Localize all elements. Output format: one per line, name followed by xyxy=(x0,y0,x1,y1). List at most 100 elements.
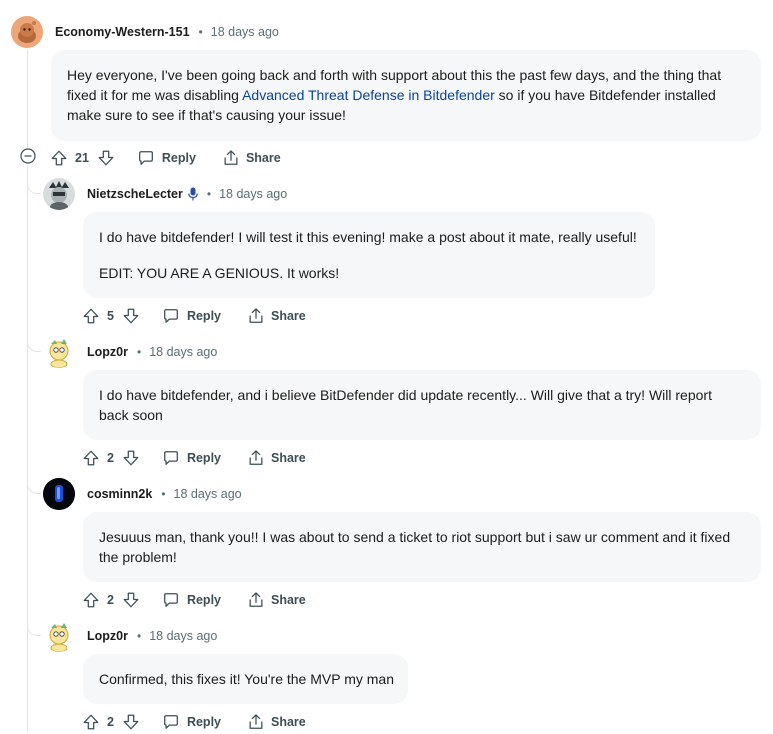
reply-button[interactable]: Reply xyxy=(162,591,221,609)
vote-count: 2 xyxy=(107,593,114,607)
comment-text-line: EDIT: YOU ARE A GENIOUS. It works! xyxy=(99,265,340,281)
downvote-button[interactable] xyxy=(97,149,115,167)
branch-line xyxy=(27,622,41,636)
avatar-snoo-icon xyxy=(43,478,75,510)
avatar[interactable] xyxy=(11,16,43,48)
comment-author[interactable]: Lopz0r xyxy=(87,345,128,359)
avatar[interactable] xyxy=(43,336,75,368)
upvote-button[interactable] xyxy=(82,713,100,731)
reply-icon xyxy=(164,593,178,607)
reply-icon xyxy=(164,715,178,729)
comment-text-line: Jesuuus man, thank you!! I was about to … xyxy=(99,529,731,545)
share-button[interactable]: Share xyxy=(247,307,306,325)
downvote-button[interactable] xyxy=(122,591,140,609)
branch-line xyxy=(27,338,41,352)
comment-author[interactable]: NietzscheLecter xyxy=(87,187,183,201)
reply-button[interactable]: Reply xyxy=(162,713,221,731)
collapse-icon xyxy=(20,148,36,164)
avatar-snoo-icon xyxy=(43,178,75,210)
comment-author[interactable]: Lopz0r xyxy=(87,629,128,643)
comment-timestamp[interactable]: 18 days ago xyxy=(149,345,217,359)
comment-body: I do have bitdefender! I will test it th… xyxy=(83,212,655,298)
comment-body: Confirmed, this fixes it! You're the MVP… xyxy=(83,654,408,704)
comment-body: I do have bitdefender, and i believe Bit… xyxy=(83,370,761,440)
upvote-icon xyxy=(83,308,99,324)
comment-text-line: the problem! xyxy=(99,549,177,565)
avatar-snoo-icon xyxy=(43,620,75,652)
avatar[interactable] xyxy=(43,478,75,510)
share-icon xyxy=(249,450,263,465)
comment-body: Jesuuus man, thank you!! I was about to … xyxy=(83,512,761,582)
comment-text-line: Confirmed, this fixes it! You're the MVP… xyxy=(99,671,394,687)
downvote-icon xyxy=(123,308,139,324)
upvote-icon xyxy=(83,592,99,608)
reply-button[interactable]: Reply xyxy=(137,149,196,167)
share-label: Share xyxy=(271,451,306,465)
vote-count: 21 xyxy=(75,151,89,165)
downvote-icon xyxy=(123,714,139,730)
comment-link[interactable]: Advanced Threat Defense in Bitdefender xyxy=(242,87,495,103)
comment-text-line: I do have bitdefender, and i believe Bit… xyxy=(99,387,712,403)
share-label: Share xyxy=(271,309,306,323)
thread-line xyxy=(27,166,28,732)
share-button[interactable]: Share xyxy=(247,591,306,609)
share-label: Share xyxy=(271,715,306,729)
reply-label: Reply xyxy=(161,151,196,165)
avatar[interactable] xyxy=(43,620,75,652)
downvote-button[interactable] xyxy=(122,713,140,731)
vote-count: 2 xyxy=(107,715,114,729)
flair-mic-icon xyxy=(188,187,198,201)
downvote-button[interactable] xyxy=(122,449,140,467)
separator-dot: • xyxy=(198,25,203,39)
share-icon xyxy=(249,592,263,607)
reply-icon xyxy=(164,451,178,465)
downvote-icon xyxy=(98,150,114,166)
reply-label: Reply xyxy=(186,451,221,465)
share-icon xyxy=(224,150,238,165)
share-icon xyxy=(249,308,263,323)
comment-author[interactable]: cosminn2k xyxy=(87,487,152,501)
comment-timestamp[interactable]: 18 days ago xyxy=(174,487,242,501)
upvote-button[interactable] xyxy=(82,307,100,325)
reply-label: Reply xyxy=(186,593,221,607)
downvote-icon xyxy=(123,592,139,608)
avatar[interactable] xyxy=(43,178,75,210)
separator-dot: • xyxy=(161,487,166,501)
comment-author[interactable]: Economy-Western-151 xyxy=(55,25,190,39)
comment-timestamp[interactable]: 18 days ago xyxy=(211,25,279,39)
reply-label: Reply xyxy=(186,309,221,323)
separator-dot: • xyxy=(206,187,212,201)
upvote-icon xyxy=(51,150,67,166)
comment-timestamp[interactable]: 18 days ago xyxy=(219,187,287,201)
comment-text-line: back soon xyxy=(99,407,163,423)
avatar-snoo-icon xyxy=(43,336,75,368)
comment-text-line: I do have bitdefender! I will test it th… xyxy=(99,229,637,245)
share-button[interactable]: Share xyxy=(247,713,306,731)
downvote-icon xyxy=(123,450,139,466)
upvote-button[interactable] xyxy=(50,149,68,167)
reply-button[interactable]: Reply xyxy=(162,449,221,467)
reply-button[interactable]: Reply xyxy=(162,307,221,325)
share-label: Share xyxy=(245,151,281,165)
reply-icon xyxy=(138,151,153,165)
thread-line xyxy=(27,50,28,148)
vote-count: 5 xyxy=(107,309,114,323)
separator-dot: • xyxy=(136,345,142,359)
share-button[interactable]: Share xyxy=(247,449,306,467)
comment-body: Hey everyone, I've been going back and f… xyxy=(51,50,761,141)
mic-icon xyxy=(188,187,198,201)
branch-line xyxy=(27,480,41,494)
upvote-icon xyxy=(83,714,99,730)
collapse-button[interactable] xyxy=(20,148,36,164)
upvote-icon xyxy=(83,450,99,466)
share-button[interactable]: Share xyxy=(222,149,281,167)
upvote-button[interactable] xyxy=(82,449,100,467)
reply-label: Reply xyxy=(186,715,221,729)
comment-text: Hey everyone, I've been going back and f… xyxy=(67,65,747,125)
upvote-button[interactable] xyxy=(82,591,100,609)
separator-dot: • xyxy=(136,629,142,643)
share-label: Share xyxy=(271,593,306,607)
branch-line xyxy=(27,182,41,194)
downvote-button[interactable] xyxy=(122,307,140,325)
comment-timestamp[interactable]: 18 days ago xyxy=(149,629,217,643)
